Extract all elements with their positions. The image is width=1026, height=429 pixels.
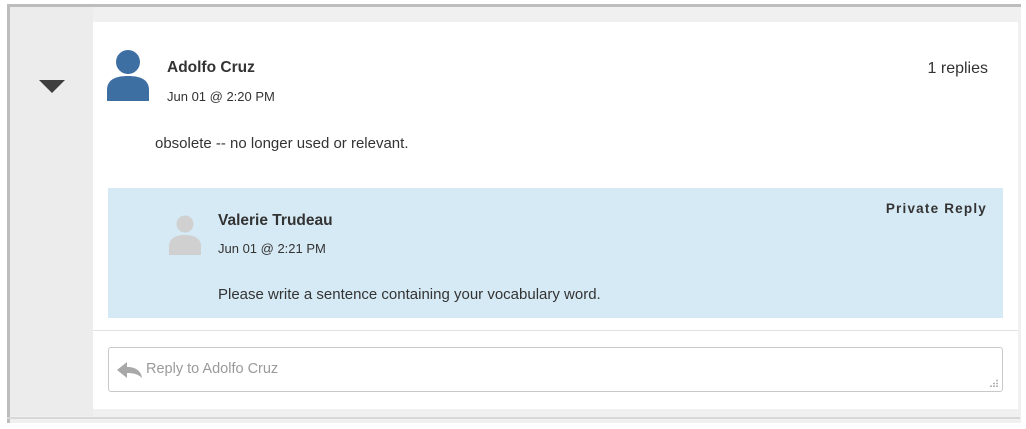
reply-avatar-icon (169, 215, 201, 255)
post-body: obsolete -- no longer used or relevant. (155, 135, 409, 152)
post-card: Adolfo Cruz Jun 01 @ 2:20 PM 1 replies o… (93, 22, 1018, 409)
post-author[interactable]: Adolfo Cruz (167, 59, 255, 77)
divider (93, 330, 1018, 331)
reply-date: Jun 01 @ 2:21 PM (218, 241, 326, 256)
reply-input-box[interactable] (108, 347, 1003, 392)
reply-input[interactable] (146, 355, 966, 383)
reply-author[interactable]: Valerie Trudeau (218, 212, 333, 230)
caret-down-icon (39, 80, 65, 93)
replies-count[interactable]: 1 replies (928, 60, 988, 78)
collapse-toggle-button[interactable] (37, 77, 67, 95)
author-avatar-icon (107, 50, 149, 101)
panel-bottom-border (7, 417, 1020, 419)
reply-arrow-icon (117, 362, 142, 378)
private-reply: Private Reply Valerie Trudeau Jun 01 @ 2… (108, 188, 1003, 318)
post-date: Jun 01 @ 2:20 PM (167, 89, 275, 104)
private-reply-label: Private Reply (885, 201, 987, 216)
collapse-rail (10, 7, 93, 416)
reply-body: Please write a sentence containing your … (218, 286, 601, 303)
resize-grip-icon[interactable] (990, 379, 998, 387)
